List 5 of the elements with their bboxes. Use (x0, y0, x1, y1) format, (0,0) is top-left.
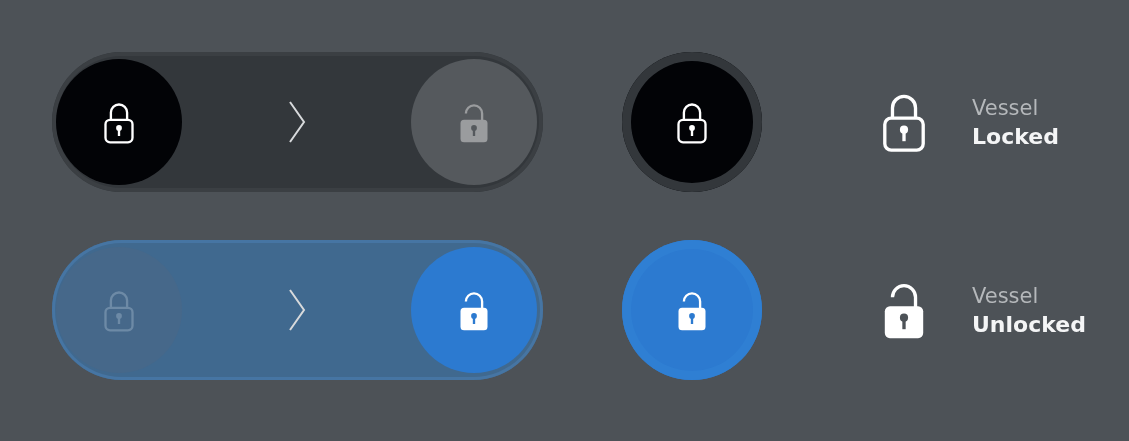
status-value: Locked (972, 123, 1059, 149)
slider-thumb[interactable] (56, 59, 182, 185)
status-label: Vessel (972, 95, 1040, 120)
status-value: Unlocked (972, 311, 1086, 337)
status-label: Vessel (972, 283, 1040, 308)
